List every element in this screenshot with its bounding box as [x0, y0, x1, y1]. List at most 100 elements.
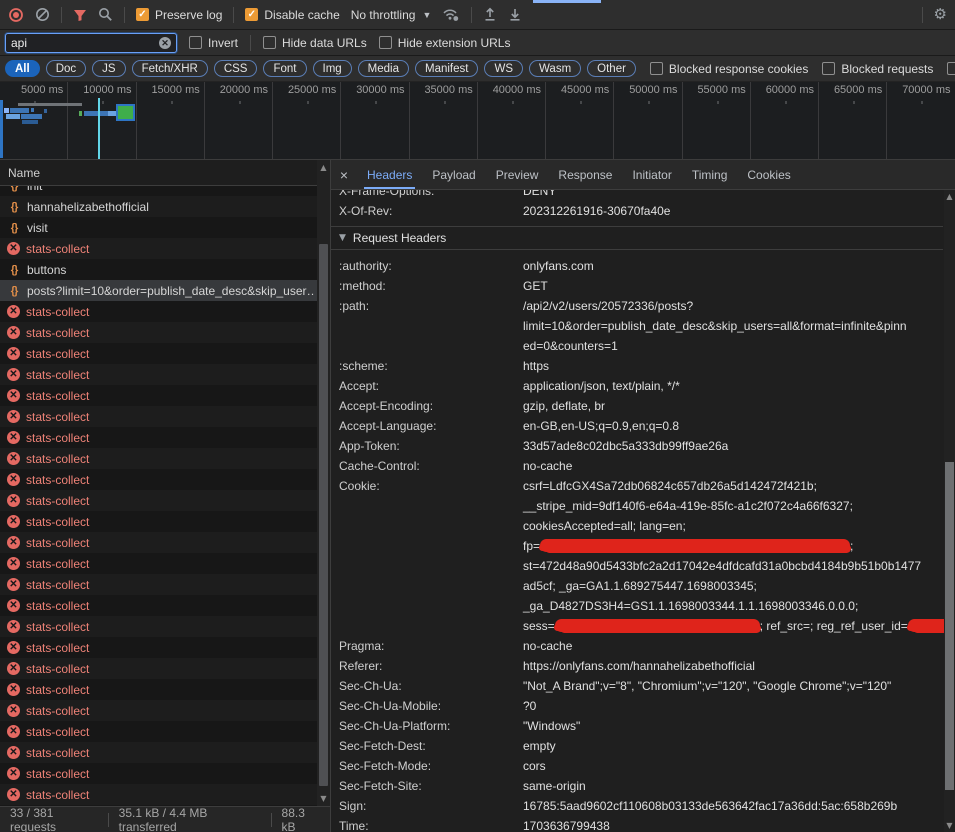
request-row[interactable]: ✕stats-collect: [0, 763, 330, 784]
failed-request-icon: ✕: [7, 536, 20, 549]
details-tab-preview[interactable]: Preview: [486, 160, 549, 189]
details-tab-payload[interactable]: Payload: [422, 160, 485, 189]
record-button[interactable]: [8, 7, 24, 23]
close-details-button[interactable]: ×: [331, 167, 357, 183]
type-filter-pill[interactable]: JS: [92, 60, 125, 77]
clear-filter-icon[interactable]: ✕: [159, 37, 171, 49]
request-row[interactable]: ✕stats-collect: [0, 427, 330, 448]
header-row: Sec-Fetch-Dest:empty: [339, 736, 943, 756]
wifi-gear-icon: [442, 7, 460, 22]
request-list-panel: Name {}init{}hannahelizabethofficial{}vi…: [0, 160, 331, 832]
throttling-dropdown[interactable]: No throttling ▼: [351, 8, 432, 22]
details-tab-initiator[interactable]: Initiator: [622, 160, 681, 189]
type-filter-pill[interactable]: Doc: [46, 60, 86, 77]
request-row[interactable]: ✕stats-collect: [0, 616, 330, 637]
details-tab-headers[interactable]: Headers: [357, 160, 422, 189]
filter-button[interactable]: [73, 8, 87, 22]
import-har-button[interactable]: [483, 7, 497, 22]
details-tab-timing[interactable]: Timing: [682, 160, 738, 189]
timeline-section: 25000 ms: [273, 82, 341, 159]
request-row[interactable]: {}posts?limit=10&order=publish_date_desc…: [0, 280, 330, 301]
blocked-requests-checkbox[interactable]: Blocked requests: [822, 62, 933, 76]
request-row[interactable]: ✕ stats-collect: [0, 532, 330, 553]
clear-button[interactable]: [35, 7, 50, 22]
type-filter-pill[interactable]: Fetch/XHR: [132, 60, 208, 77]
request-name: stats-collect: [26, 683, 314, 697]
network-conditions-button[interactable]: [442, 7, 460, 22]
filter-input[interactable]: [11, 36, 155, 50]
header-row: X-Of-Rev:202312261916-30670fa40e: [339, 201, 943, 221]
type-filter-pill[interactable]: Media: [358, 60, 409, 77]
request-row[interactable]: ✕stats-collect: [0, 238, 330, 259]
export-har-button[interactable]: [508, 7, 522, 22]
request-row[interactable]: ✕stats-collect: [0, 574, 330, 595]
request-row[interactable]: ✕stats-collect: [0, 469, 330, 490]
request-row[interactable]: ✕stats-collect: [0, 406, 330, 427]
request-row[interactable]: ✕stats-collect: [0, 700, 330, 721]
request-row[interactable]: ✕stats-collect: [0, 448, 330, 469]
fetch-xhr-icon: {}: [7, 201, 21, 213]
hide-extension-urls-checkbox[interactable]: Hide extension URLs: [379, 36, 511, 50]
type-filter-pill[interactable]: Other: [587, 60, 636, 77]
scrollbar-thumb[interactable]: [945, 462, 954, 790]
header-value: en-GB,en-US;q=0.9,en;q=0.8: [523, 416, 943, 436]
request-row[interactable]: ✕stats-collect: [0, 553, 330, 574]
details-tab-cookies[interactable]: Cookies: [737, 160, 800, 189]
scroll-down-icon[interactable]: ▼: [317, 794, 330, 803]
request-row[interactable]: ✕stats-collect: [0, 742, 330, 763]
type-filter-pill[interactable]: WS: [484, 60, 523, 77]
request-row[interactable]: ✕stats-collect: [0, 637, 330, 658]
header-row: Sec-Fetch-Site:same-origin: [339, 776, 943, 796]
failed-request-icon: ✕: [7, 704, 20, 717]
request-row[interactable]: ✕stats-collect: [0, 784, 330, 805]
request-row[interactable]: {}init: [0, 186, 330, 196]
request-row[interactable]: ✕stats-collect: [0, 322, 330, 343]
scrollbar-thumb[interactable]: [319, 244, 328, 786]
waterfall-selected-resource: [116, 104, 135, 121]
request-row[interactable]: ✕stats-collect: [0, 595, 330, 616]
request-row[interactable]: ✕stats-collect: [0, 301, 330, 322]
disable-cache-checkbox[interactable]: ✓ Disable cache: [245, 8, 339, 22]
name-column-header[interactable]: Name: [0, 160, 330, 186]
request-row[interactable]: {}visit: [0, 217, 330, 238]
failed-request-icon: ✕: [7, 410, 20, 423]
request-row[interactable]: ✕stats-collect: [0, 511, 330, 532]
timeline-tick-label: 20000 ms: [220, 84, 268, 96]
blocked-response-cookies-checkbox[interactable]: Blocked response cookies: [650, 62, 808, 76]
type-filter-pill[interactable]: Manifest: [415, 60, 478, 77]
request-row[interactable]: {}buttons: [0, 259, 330, 280]
request-row[interactable]: ✕stats-collect: [0, 364, 330, 385]
request-row[interactable]: ✕stats-collect: [0, 385, 330, 406]
request-name: stats-collect: [26, 536, 314, 550]
preserve-log-checkbox[interactable]: ✓ Preserve log: [136, 8, 222, 22]
details-scrollbar[interactable]: ▲ ▼: [944, 190, 955, 832]
scroll-down-icon[interactable]: ▼: [944, 821, 955, 830]
settings-gear-icon[interactable]: ⚙: [934, 7, 947, 22]
type-filter-pill[interactable]: All: [5, 60, 40, 77]
request-row[interactable]: ✕stats-collect: [0, 658, 330, 679]
scroll-up-icon[interactable]: ▲: [944, 192, 955, 201]
scroll-up-icon[interactable]: ▲: [317, 163, 330, 172]
request-list-scrollbar[interactable]: ▲ ▼: [317, 160, 330, 806]
type-filter-pill[interactable]: Font: [263, 60, 306, 77]
header-name: Accept:: [339, 376, 523, 396]
request-row[interactable]: {}hannahelizabethofficial: [0, 196, 330, 217]
third-party-requests-checkbox[interactable]: 3rd-party requests: [947, 62, 955, 76]
header-value-line: same-origin: [523, 776, 943, 796]
invert-checkbox[interactable]: Invert: [189, 36, 238, 50]
hide-data-urls-checkbox[interactable]: Hide data URLs: [263, 36, 367, 50]
type-filter-pill[interactable]: Img: [313, 60, 352, 77]
request-name: stats-collect: [26, 305, 314, 319]
waterfall-overview[interactable]: 5000 ms10000 ms15000 ms20000 ms25000 ms3…: [0, 82, 955, 160]
request-row[interactable]: ✕stats-collect: [0, 343, 330, 364]
details-tab-response[interactable]: Response: [548, 160, 622, 189]
type-filter-pill[interactable]: Wasm: [529, 60, 581, 77]
type-filter-pill[interactable]: CSS: [214, 60, 258, 77]
header-value-line: gzip, deflate, br: [523, 396, 943, 416]
request-row[interactable]: ✕stats-collect: [0, 721, 330, 742]
request-headers-section-header[interactable]: ▼Request Headers: [331, 226, 943, 250]
request-row[interactable]: ✕stats-collect: [0, 490, 330, 511]
search-button[interactable]: [98, 7, 113, 22]
request-row[interactable]: ✕stats-collect: [0, 679, 330, 700]
request-name: stats-collect: [26, 326, 314, 340]
